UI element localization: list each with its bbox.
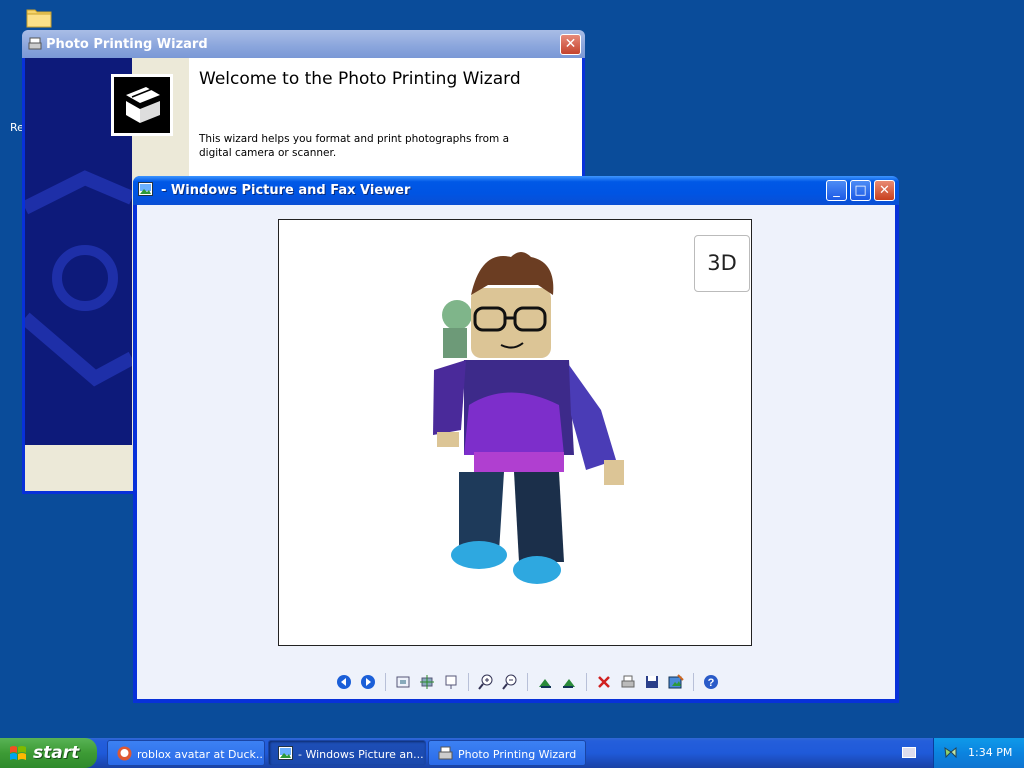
folder-icon[interactable] xyxy=(26,6,52,28)
slideshow-icon[interactable] xyxy=(442,673,460,691)
taskbar-item-label: Photo Printing Wizard xyxy=(458,748,577,761)
svg-text:?: ? xyxy=(708,677,715,689)
taskbar: start roblox avatar at Duck... - Windows… xyxy=(0,738,1024,768)
help-icon[interactable]: ? xyxy=(702,673,720,691)
next-image-icon[interactable] xyxy=(359,673,377,691)
windows-flag-icon xyxy=(10,746,26,760)
maximize-button[interactable]: □ xyxy=(850,180,871,201)
picture-viewer-icon xyxy=(278,746,293,760)
start-label: start xyxy=(33,743,80,763)
rotate-counterclockwise-icon[interactable] xyxy=(560,673,578,691)
taskbar-item-browser[interactable]: roblox avatar at Duck... xyxy=(107,740,265,766)
printer-icon xyxy=(28,37,42,50)
viewer-body: 3D ? xyxy=(137,205,895,699)
start-button[interactable]: start xyxy=(0,738,97,768)
taskbar-item-label: roblox avatar at Duck... xyxy=(137,748,265,761)
printer-icon xyxy=(438,746,453,760)
duck-browser-icon xyxy=(117,746,132,761)
picture-viewer-window: - Windows Picture and Fax Viewer _ □ ✕ 3… xyxy=(133,176,899,703)
toolbar-separator xyxy=(385,673,386,691)
3d-button[interactable]: 3D xyxy=(694,235,750,292)
taskbar-item-wizard[interactable]: Photo Printing Wizard xyxy=(428,740,586,766)
wizard-close-button[interactable]: ✕ xyxy=(560,34,581,55)
viewer-toolbar: ? xyxy=(332,671,723,693)
viewer-close-button[interactable]: ✕ xyxy=(874,180,895,201)
save-icon[interactable] xyxy=(643,673,661,691)
wizard-title-bar[interactable]: Photo Printing Wizard ✕ xyxy=(22,30,585,58)
picture-viewer-icon xyxy=(138,182,153,196)
toolbar-separator xyxy=(693,673,694,691)
delete-icon[interactable] xyxy=(595,673,613,691)
minimize-button[interactable]: _ xyxy=(826,180,847,201)
roblox-avatar-image xyxy=(433,252,624,584)
clock[interactable]: 1:34 PM xyxy=(968,746,1012,759)
image-canvas[interactable]: 3D xyxy=(278,219,752,646)
wizard-description: This wizard helps you format and print p… xyxy=(199,133,510,159)
keyboard-icon[interactable] xyxy=(902,747,916,758)
rotate-clockwise-icon[interactable] xyxy=(536,673,554,691)
viewer-title-bar[interactable]: - Windows Picture and Fax Viewer _ □ ✕ xyxy=(133,176,899,205)
print-icon[interactable] xyxy=(619,673,637,691)
toolbar-separator xyxy=(527,673,528,691)
network-icon[interactable] xyxy=(943,745,958,760)
wizard-title: Photo Printing Wizard xyxy=(46,37,208,52)
viewer-title: - Windows Picture and Fax Viewer xyxy=(161,183,411,198)
zoom-out-icon[interactable] xyxy=(501,673,519,691)
wizard-content: Welcome to the Photo Printing Wizard Thi… xyxy=(189,58,582,178)
taskbar-item-picture-viewer[interactable]: - Windows Picture an... xyxy=(268,740,426,766)
toolbar-separator xyxy=(586,673,587,691)
actual-size-icon[interactable] xyxy=(418,673,436,691)
edit-icon[interactable] xyxy=(667,673,685,691)
wizard-logo-icon xyxy=(111,74,173,136)
zoom-in-icon[interactable] xyxy=(477,673,495,691)
system-tray: 1:34 PM xyxy=(933,738,1024,768)
taskbar-item-label: - Windows Picture an... xyxy=(298,748,424,761)
previous-image-icon[interactable] xyxy=(335,673,353,691)
toolbar-separator xyxy=(468,673,469,691)
best-fit-icon[interactable] xyxy=(394,673,412,691)
wizard-heading: Welcome to the Photo Printing Wizard xyxy=(199,69,521,89)
